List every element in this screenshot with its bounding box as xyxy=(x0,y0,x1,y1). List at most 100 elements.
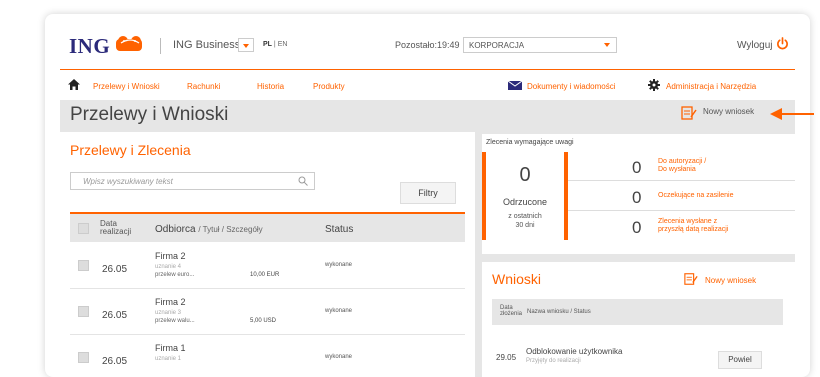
search-icon[interactable] xyxy=(298,176,308,186)
rejected-tile[interactable]: 0 Odrzucone z ostatnich 30 dni xyxy=(482,152,568,240)
row-type: przelew euro... xyxy=(155,272,195,278)
rejected-period-line2: 30 dni xyxy=(515,222,535,229)
row-title: uznanie 4 xyxy=(155,264,182,270)
attention-label: Zlecenia wysłane z przyszłą datą realiza… xyxy=(658,218,728,234)
lang-pl-link[interactable]: PL xyxy=(263,41,272,48)
row-date: 26.05 xyxy=(102,310,128,321)
request-status: Przyjęty do realizacji xyxy=(526,358,581,364)
row-checkbox[interactable] xyxy=(78,352,89,363)
timer-label: Pozostało: xyxy=(395,40,438,50)
business-dropdown-button[interactable] xyxy=(238,38,254,52)
row-status: wykonane xyxy=(325,308,353,314)
header-status: Status xyxy=(325,224,354,235)
row-amount: 10,00 EUR xyxy=(250,272,280,278)
repeat-button[interactable]: Powiel xyxy=(718,351,762,369)
rejected-count: 0 xyxy=(519,164,531,186)
requests-panel: Wnioski Nowy wniosek Data złożenia Nazwa… xyxy=(482,262,795,377)
transfers-title: Przelewy i Zlecenia xyxy=(70,142,191,158)
home-icon[interactable] xyxy=(68,79,80,90)
page-title: Przelewy i Wnioski xyxy=(70,104,229,125)
nav-item-documents[interactable]: Dokumenty i wiadomości xyxy=(527,82,615,91)
request-name[interactable]: Odblokowanie użytkownika xyxy=(526,347,623,356)
row-checkbox[interactable] xyxy=(78,306,89,317)
requests-header-date-line2: złożenia xyxy=(500,311,523,317)
top-bar: ING ING Business PL | EN Pozostało:19:49… xyxy=(45,14,810,69)
lion-logo-icon xyxy=(116,36,142,51)
business-label: ING Business xyxy=(173,39,241,51)
nav-item-admin[interactable]: Administracja i Narzędzia xyxy=(666,82,756,91)
timer-value: 19:49 xyxy=(437,40,460,50)
nav-item-history[interactable]: Historia xyxy=(257,82,284,91)
attention-label: Do autoryzacji / Do wysłania xyxy=(658,158,706,174)
language-switcher: PL | EN xyxy=(263,41,287,48)
company-select[interactable]: KORPORACJA xyxy=(463,37,617,53)
attention-item-future[interactable]: 0 Zlecenia wysłane z przyszłą datą reali… xyxy=(568,212,795,241)
row-date: 26.05 xyxy=(102,264,128,275)
requests-header-name: Nazwa wniosku / Status xyxy=(527,309,591,315)
select-all-checkbox[interactable] xyxy=(78,223,89,234)
attention-label-line2: Do wysłania xyxy=(658,166,696,173)
nav-item-transfers[interactable]: Przelewy i Wnioski xyxy=(93,82,160,91)
nav-item-accounts[interactable]: Rachunki xyxy=(187,82,220,91)
attention-label-line1: Zlecenia wysłane z xyxy=(658,218,718,225)
attention-label-line1: Do autoryzacji / xyxy=(658,158,707,165)
session-timer: Pozostało:19:49 xyxy=(395,40,460,50)
envelope-icon xyxy=(508,81,522,90)
attention-count: 0 xyxy=(632,188,642,207)
header-recipient: Odbiorca / Tytuł / Szczegóły xyxy=(155,224,263,235)
document-edit-icon[interactable] xyxy=(684,272,698,286)
main-nav: Przelewy i Wnioski Rachunki Historia Pro… xyxy=(45,70,810,100)
transfers-panel: Przelewy i Zlecenia Wpisz wyszukiwany te… xyxy=(60,132,475,377)
attention-label-line2: przyszłą datą realizacji xyxy=(658,226,729,233)
attention-count: 0 xyxy=(632,218,642,237)
requests-header-date: Data złożenia xyxy=(500,305,522,317)
row-date: 26.05 xyxy=(102,356,128,367)
row-recipient: Firma 1 xyxy=(155,343,186,353)
new-request-link[interactable]: Nowy wniosek xyxy=(703,107,754,116)
row-title: uznanie 3 xyxy=(155,310,182,316)
attention-count: 0 xyxy=(632,158,642,177)
header-date-line2: realizacji xyxy=(100,227,132,236)
row-amount: 5,00 USD xyxy=(250,318,277,324)
rejected-period-line1: z ostatnich xyxy=(508,213,542,220)
pointer-arrow-icon xyxy=(770,108,782,120)
row-checkbox[interactable] xyxy=(78,260,89,271)
new-request-link[interactable]: Nowy wniosek xyxy=(705,276,756,285)
header-date: Data realizacji xyxy=(100,220,131,236)
header-recipient-sub: / Tytuł / Szczegóły xyxy=(198,225,263,234)
lang-en-link[interactable]: EN xyxy=(278,41,288,48)
search-placeholder: Wpisz wyszukiwany tekst xyxy=(83,177,173,186)
rejected-label: Odrzucone xyxy=(502,197,548,207)
document-edit-icon[interactable] xyxy=(681,105,697,121)
requests-table-header: Data złożenia Nazwa wniosku / Status xyxy=(492,299,783,325)
row-status: wykonane xyxy=(325,262,353,268)
chevron-down-icon xyxy=(604,43,610,47)
attention-panel: Zlecenia wymagające uwagi 0 Odrzucone z … xyxy=(482,134,795,254)
attention-label: Oczekujące na zasilenie xyxy=(658,192,734,199)
pointer-arrow-line xyxy=(782,113,814,115)
attention-title: Zlecenia wymagające uwagi xyxy=(486,139,574,146)
table-row[interactable]: 26.05 Firma 2 uznanie 3 przelew walu... … xyxy=(70,290,465,335)
header-recipient-main: Odbiorca xyxy=(155,224,196,235)
row-recipient: Firma 2 xyxy=(155,251,186,261)
ing-logo[interactable]: ING xyxy=(69,34,110,59)
attention-item-funding[interactable]: 0 Oczekujące na zasilenie xyxy=(568,182,795,211)
power-icon[interactable] xyxy=(776,37,789,50)
table-row[interactable]: 26.05 Firma 1 uznanie 1 wykonane xyxy=(70,336,465,377)
row-recipient: Firma 2 xyxy=(155,297,186,307)
table-row[interactable]: 26.05 Firma 2 uznanie 4 przelew euro... … xyxy=(70,244,465,289)
app-window: ING ING Business PL | EN Pozostało:19:49… xyxy=(45,14,810,377)
logout-link[interactable]: Wyloguj xyxy=(737,40,772,51)
gear-icon xyxy=(648,79,660,91)
rejected-period: z ostatnich 30 dni xyxy=(486,212,564,230)
requests-title: Wnioski xyxy=(492,271,542,287)
company-value: KORPORACJA xyxy=(469,41,525,50)
attention-item-authorization[interactable]: 0 Do autoryzacji / Do wysłania xyxy=(568,152,795,181)
request-date: 29.05 xyxy=(496,353,517,362)
filters-button[interactable]: Filtry xyxy=(400,182,456,204)
nav-item-products[interactable]: Produkty xyxy=(313,82,345,91)
lang-separator: | xyxy=(273,41,276,48)
table-header: Data realizacji Odbiorca / Tytuł / Szcze… xyxy=(70,214,465,242)
row-status: wykonane xyxy=(325,354,353,360)
search-input[interactable]: Wpisz wyszukiwany tekst xyxy=(70,172,315,190)
